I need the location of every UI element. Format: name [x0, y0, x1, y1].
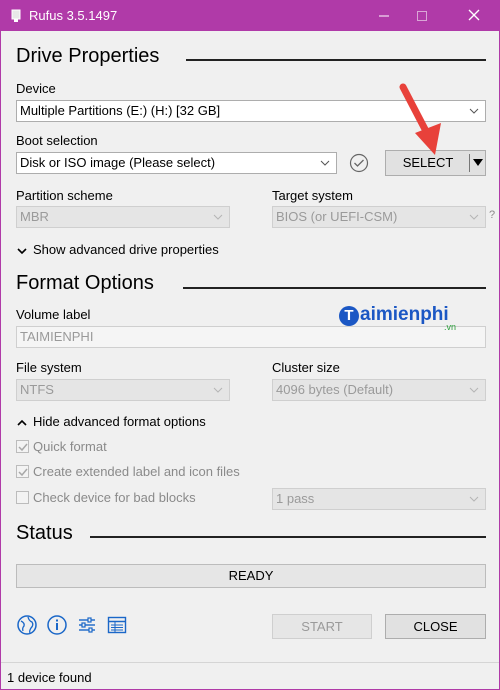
title-bar[interactable]: Rufus 3.5.1497 [1, 1, 499, 31]
status-text: READY [228, 568, 274, 583]
checkmark-icon [18, 443, 28, 452]
rufus-window: Rufus 3.5.1497 Drive Properties Device M… [0, 0, 500, 690]
hide-advanced-format-label: Hide advanced format options [33, 414, 206, 429]
close-icon [468, 9, 480, 21]
maximize-button[interactable] [399, 1, 445, 31]
show-advanced-drive-toggle[interactable]: Show advanced drive properties [17, 242, 219, 257]
usb-drive-icon [11, 9, 21, 22]
status-heading: Status [16, 522, 73, 544]
start-button-label: START [301, 619, 343, 634]
red-arrow-annotation [399, 83, 441, 155]
status-bar-divider [1, 662, 499, 663]
globe-icon[interactable] [16, 614, 38, 636]
section-divider [90, 536, 486, 538]
help-icon[interactable]: ? [489, 209, 495, 221]
passes-dropdown[interactable]: 1 pass [272, 488, 486, 510]
target-system-value: BIOS (or UEFI-CSM) [276, 209, 398, 224]
cluster-size-value: 4096 bytes (Default) [276, 382, 394, 397]
close-button-label: CLOSE [413, 619, 458, 634]
section-divider [183, 287, 486, 289]
file-system-value: NTFS [20, 382, 54, 397]
cluster-size-label: Cluster size [272, 360, 340, 375]
watermark-logo: Taimienphi .vn [339, 304, 456, 332]
info-icon[interactable] [46, 614, 68, 636]
maximize-icon [417, 11, 427, 21]
close-window-button[interactable] [451, 1, 497, 31]
boot-selection-label: Boot selection [16, 133, 98, 148]
file-system-dropdown[interactable]: NTFS [16, 379, 230, 401]
partition-scheme-value: MBR [20, 209, 49, 224]
chevron-down-icon [469, 108, 479, 114]
chevron-down-icon [17, 247, 27, 254]
quick-format-checkbox[interactable] [16, 440, 29, 453]
extended-label-label: Create extended label and icon files [33, 464, 240, 479]
volume-label-label: Volume label [16, 307, 91, 322]
file-system-label: File system [16, 360, 82, 375]
partition-scheme-label: Partition scheme [16, 188, 113, 203]
verify-checkmark-icon[interactable] [349, 153, 369, 173]
cluster-size-dropdown[interactable]: 4096 bytes (Default) [272, 379, 486, 401]
target-system-label: Target system [272, 188, 353, 203]
watermark-text: aimienphi [360, 304, 449, 325]
settings-sliders-icon[interactable] [76, 614, 98, 636]
target-system-dropdown[interactable]: BIOS (or UEFI-CSM) [272, 206, 486, 228]
drive-properties-heading: Drive Properties [16, 45, 160, 67]
window-title: Rufus 3.5.1497 [29, 8, 118, 23]
boot-selection-dropdown[interactable]: Disk or ISO image (Please select) [16, 152, 337, 174]
volume-label-input[interactable]: TAIMIENPHI [16, 326, 486, 348]
watermark-initial: T [339, 306, 359, 326]
partition-scheme-dropdown[interactable]: MBR [16, 206, 230, 228]
passes-value: 1 pass [276, 491, 315, 506]
boot-selection-value: Disk or ISO image (Please select) [20, 155, 216, 170]
watermark-suffix: .vn [444, 322, 457, 332]
checkmark-icon [18, 468, 28, 477]
extended-label-checkbox[interactable] [16, 465, 29, 478]
split-divider [469, 154, 470, 172]
status-progress-bar: READY [16, 564, 486, 588]
show-advanced-drive-label: Show advanced drive properties [33, 242, 219, 257]
dropdown-arrow-icon[interactable] [473, 159, 483, 167]
device-value: Multiple Partitions (E:) (H:) [32 GB] [20, 103, 221, 118]
quick-format-label: Quick format [33, 439, 107, 454]
bad-blocks-label: Check device for bad blocks [33, 490, 196, 505]
chevron-down-icon [213, 387, 223, 393]
format-options-heading: Format Options [16, 272, 154, 294]
chevron-down-icon [469, 496, 479, 502]
chevron-down-icon [213, 214, 223, 220]
log-icon[interactable] [106, 614, 128, 636]
chevron-down-icon [469, 214, 479, 220]
start-button[interactable]: START [272, 614, 372, 639]
close-button[interactable]: CLOSE [385, 614, 486, 639]
chevron-down-icon [469, 387, 479, 393]
bad-blocks-checkbox[interactable] [16, 491, 29, 504]
chevron-down-icon [320, 160, 330, 166]
hide-advanced-format-toggle[interactable]: Hide advanced format options [17, 414, 206, 429]
device-count-status: 1 device found [7, 670, 92, 685]
device-label: Device [16, 81, 56, 96]
section-divider [186, 59, 486, 61]
chevron-up-icon [17, 419, 27, 426]
minimize-icon [379, 15, 389, 17]
volume-label-value: TAIMIENPHI [20, 329, 94, 344]
